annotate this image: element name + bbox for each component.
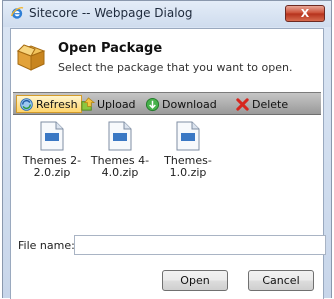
download-label: Download <box>162 97 217 111</box>
dialog-window: Sitecore -- Webpage Dialog X Open Packag… <box>2 0 332 299</box>
zip-file-icon <box>108 121 132 151</box>
title-bar[interactable]: Sitecore -- Webpage Dialog X <box>3 1 331 27</box>
refresh-button[interactable]: Refresh <box>16 95 82 113</box>
zip-file-icon <box>176 121 200 151</box>
delete-icon <box>236 97 249 111</box>
dialog-content: Open Package Select the package that you… <box>10 28 326 299</box>
file-name: Themes 4- 4.0.zip <box>90 154 150 179</box>
refresh-label: Refresh <box>36 97 78 111</box>
refresh-icon <box>20 97 33 111</box>
download-icon <box>145 97 160 111</box>
upload-label: Upload <box>97 97 136 111</box>
file-name: Themes- 1.0.zip <box>164 154 212 179</box>
upload-button[interactable]: Upload <box>80 95 136 113</box>
download-button[interactable]: Download <box>145 95 217 113</box>
file-name: Themes 2- 2.0.zip <box>22 154 82 179</box>
package-icon <box>16 44 46 71</box>
toolbar: Refresh Upload Download Delete <box>13 92 321 115</box>
delete-button[interactable]: Delete <box>235 95 288 113</box>
ie-icon <box>10 7 24 19</box>
window-title: Sitecore -- Webpage Dialog <box>29 6 193 20</box>
file-item[interactable]: Themes 2- 2.0.zip <box>21 121 83 179</box>
file-name-row: File name: <box>11 235 326 257</box>
delete-label: Delete <box>252 97 289 111</box>
open-button[interactable]: Open <box>162 270 228 291</box>
cancel-button[interactable]: Cancel <box>248 270 314 291</box>
file-item[interactable]: Themes- 1.0.zip <box>157 121 219 179</box>
upload-icon <box>81 96 95 111</box>
file-item[interactable]: Themes 4- 4.0.zip <box>89 121 151 179</box>
file-list: Themes 2- 2.0.zip Themes 4- 4.0.zip Them… <box>13 115 321 253</box>
dialog-subtitle: Select the package that you want to open… <box>58 61 293 74</box>
dialog-heading: Open Package <box>58 41 163 56</box>
dialog-header: Open Package Select the package that you… <box>11 29 323 85</box>
close-button[interactable]: X <box>285 5 325 22</box>
zip-file-icon <box>40 121 64 151</box>
file-name-input[interactable] <box>74 235 326 255</box>
file-name-label: File name: <box>18 239 75 252</box>
